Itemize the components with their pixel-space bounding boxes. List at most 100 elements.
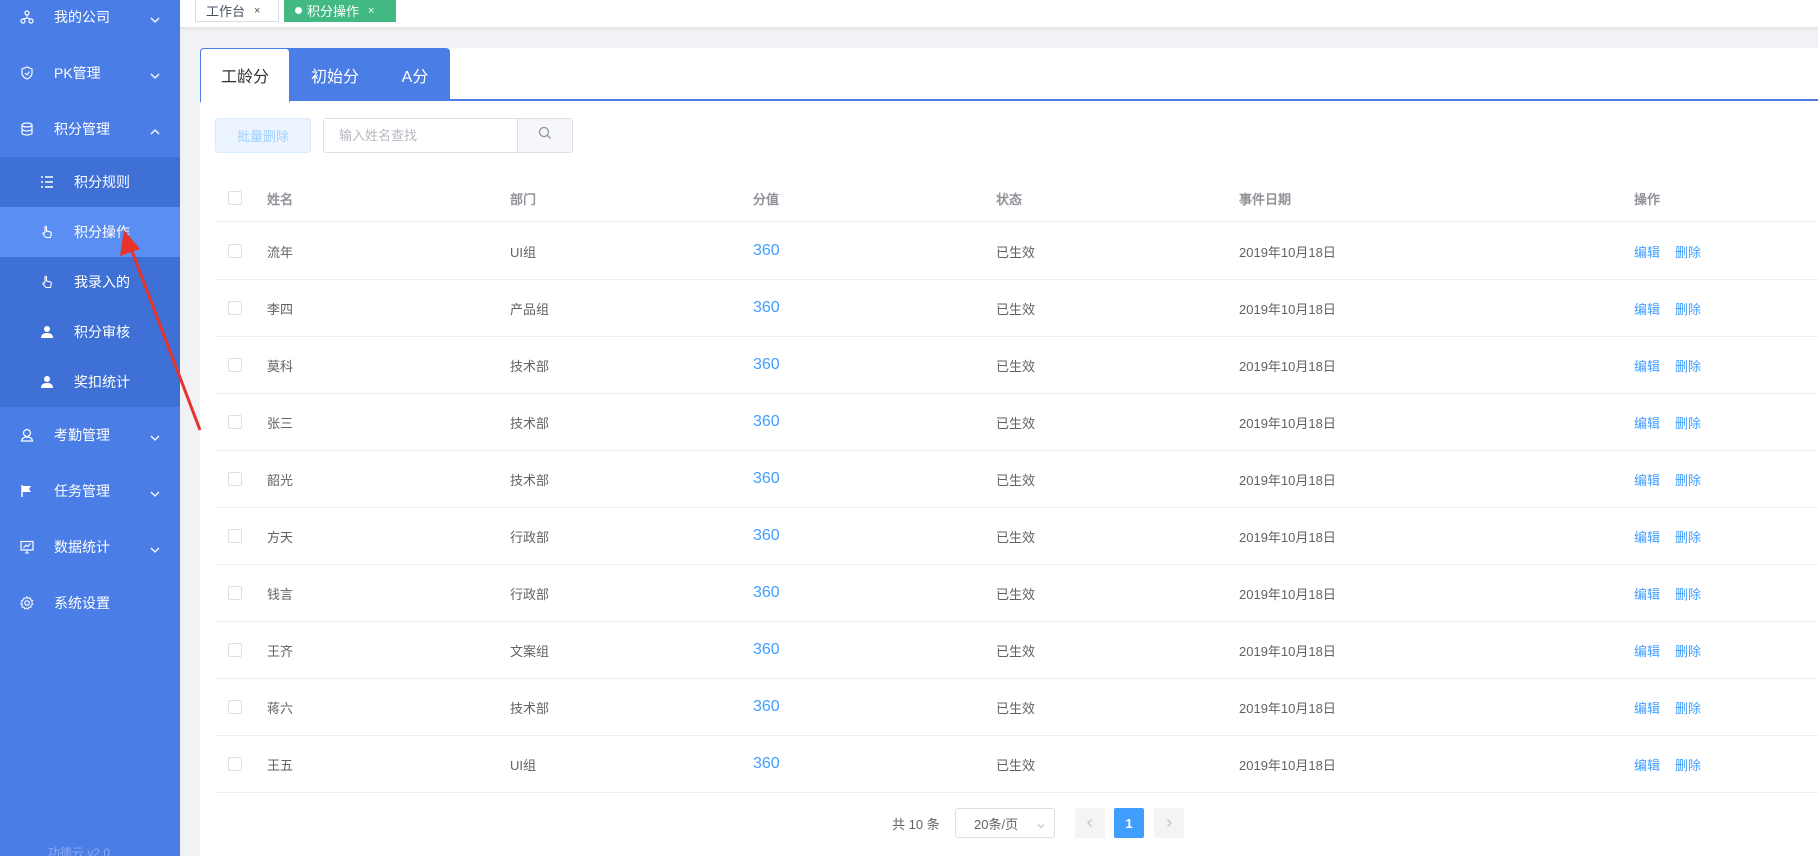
search-button[interactable] [517, 119, 572, 152]
hand-pointer-icon [40, 275, 54, 289]
cell-name: 莫科 [267, 358, 294, 374]
tags-bar: 工作台 × 积分操作 × [180, 0, 1818, 28]
row-checkbox[interactable] [228, 244, 242, 258]
table-row: 张三 技术部 360 已生效 2019年10月18日 编辑 删除 [215, 394, 1818, 451]
table-row: 王齐 文案组 360 已生效 2019年10月18日 编辑 删除 [215, 622, 1818, 679]
row-checkbox[interactable] [228, 586, 242, 600]
cell-name: 流年 [267, 244, 294, 260]
row-checkbox[interactable] [228, 643, 242, 657]
row-checkbox[interactable] [228, 700, 242, 714]
cell-score: 360 [753, 527, 780, 544]
search-icon [538, 126, 552, 145]
edit-link[interactable]: 编辑 [1634, 299, 1660, 318]
menu-item-points[interactable]: 积分管理 [0, 104, 180, 154]
delete-link[interactable]: 删除 [1675, 755, 1701, 774]
edit-link[interactable]: 编辑 [1634, 641, 1660, 660]
delete-link[interactable]: 删除 [1675, 641, 1701, 660]
delete-link[interactable]: 删除 [1675, 413, 1701, 432]
cell-name: 方天 [267, 529, 294, 545]
delete-link[interactable]: 删除 [1675, 527, 1701, 546]
next-page-button[interactable] [1154, 808, 1184, 838]
menu-item-data-stats[interactable]: 数据统计 [0, 522, 180, 572]
edit-link[interactable]: 编辑 [1634, 242, 1660, 261]
tag-label: 积分操作 [307, 4, 360, 19]
edit-link[interactable]: 编辑 [1634, 356, 1660, 375]
row-checkbox[interactable] [228, 472, 242, 486]
menu-label: 数据统计 [54, 539, 110, 555]
menu-item-tasks[interactable]: 任务管理 [0, 466, 180, 516]
prev-page-button[interactable] [1075, 808, 1105, 838]
tab-seniority-points[interactable]: 工龄分 [200, 48, 290, 103]
row-checkbox[interactable] [228, 301, 242, 315]
cell-status: 已生效 [996, 643, 1036, 659]
row-checkbox[interactable] [228, 358, 242, 372]
batch-delete-button[interactable]: 批量删除 [215, 118, 311, 153]
table-row: 流年 UI组 360 已生效 2019年10月18日 编辑 删除 [215, 223, 1818, 280]
edit-link[interactable]: 编辑 [1634, 755, 1660, 774]
delete-link[interactable]: 删除 [1675, 698, 1701, 717]
cell-status: 已生效 [996, 529, 1036, 545]
close-icon[interactable]: × [368, 5, 374, 17]
menu-label: 考勤管理 [54, 427, 110, 443]
header-name: 姓名 [267, 191, 294, 207]
row-checkbox[interactable] [228, 415, 242, 429]
select-all-checkbox[interactable] [228, 191, 242, 205]
cell-dept: UI组 [510, 757, 537, 773]
submenu-item-my-entries[interactable]: 我录入的 [0, 257, 180, 307]
delete-link[interactable]: 删除 [1675, 356, 1701, 375]
cell-date: 2019年10月18日 [1239, 643, 1336, 659]
cell-date: 2019年10月18日 [1239, 358, 1336, 374]
close-icon[interactable]: × [254, 5, 260, 17]
cell-name: 王五 [267, 757, 294, 773]
pk-shield-icon [20, 66, 34, 80]
submenu-label: 积分规则 [74, 174, 130, 190]
submenu-item-operation[interactable]: 积分操作 [0, 207, 180, 257]
page-number-button[interactable]: 1 [1114, 808, 1144, 838]
cell-dept: 行政部 [510, 586, 550, 602]
cell-score: 360 [753, 299, 780, 316]
search-box [323, 118, 573, 153]
edit-link[interactable]: 编辑 [1634, 698, 1660, 717]
main-card: 工龄分 初始分 A分 批量删除 姓名 部门 分值 状态 事件日期 操作 流年 UI… [200, 48, 1818, 856]
edit-link[interactable]: 编辑 [1634, 413, 1660, 432]
submenu-item-stats[interactable]: 奖扣统计 [0, 357, 180, 407]
row-checkbox[interactable] [228, 529, 242, 543]
cell-dept: 技术部 [510, 700, 550, 716]
edit-link[interactable]: 编辑 [1634, 470, 1660, 489]
cell-score: 360 [753, 470, 780, 487]
row-checkbox[interactable] [228, 757, 242, 771]
edit-link[interactable]: 编辑 [1634, 584, 1660, 603]
delete-link[interactable]: 删除 [1675, 299, 1701, 318]
menu-item-company[interactable]: 我的公司 [0, 0, 180, 42]
page-size-select[interactable]: 20条/页 [955, 808, 1055, 838]
edit-link[interactable]: 编辑 [1634, 527, 1660, 546]
cell-date: 2019年10月18日 [1239, 529, 1336, 545]
table-row: 莫科 技术部 360 已生效 2019年10月18日 编辑 删除 [215, 337, 1818, 394]
flag-icon [20, 484, 34, 498]
menu-item-settings[interactable]: 系统设置 [0, 578, 180, 628]
page-size-value: 20条/页 [974, 816, 1019, 832]
points-submenu: 积分规则 积分操作 我录入的 积分审核 奖扣统计 [0, 157, 180, 407]
search-input[interactable] [324, 119, 517, 152]
submenu-item-rules[interactable]: 积分规则 [0, 157, 180, 207]
tag-points-operation[interactable]: 积分操作 × [284, 0, 396, 22]
cell-status: 已生效 [996, 700, 1036, 716]
tab-initial-points[interactable]: 初始分 [290, 48, 380, 101]
chevron-down-icon [1036, 819, 1046, 834]
cell-status: 已生效 [996, 472, 1036, 488]
menu-item-attendance[interactable]: 考勤管理 [0, 410, 180, 460]
tag-workbench[interactable]: 工作台 × [195, 0, 279, 22]
delete-link[interactable]: 删除 [1675, 470, 1701, 489]
pagination-total: 共 10 条 [892, 816, 940, 832]
cell-date: 2019年10月18日 [1239, 472, 1336, 488]
delete-link[interactable]: 删除 [1675, 584, 1701, 603]
list-icon [40, 175, 54, 189]
submenu-label: 我录入的 [74, 274, 130, 290]
tag-label: 工作台 [206, 4, 246, 19]
cell-date: 2019年10月18日 [1239, 301, 1336, 317]
delete-link[interactable]: 删除 [1675, 242, 1701, 261]
submenu-item-review[interactable]: 积分审核 [0, 307, 180, 357]
tab-a-points[interactable]: A分 [380, 48, 450, 101]
menu-item-pk[interactable]: PK管理 [0, 48, 180, 98]
cell-date: 2019年10月18日 [1239, 757, 1336, 773]
